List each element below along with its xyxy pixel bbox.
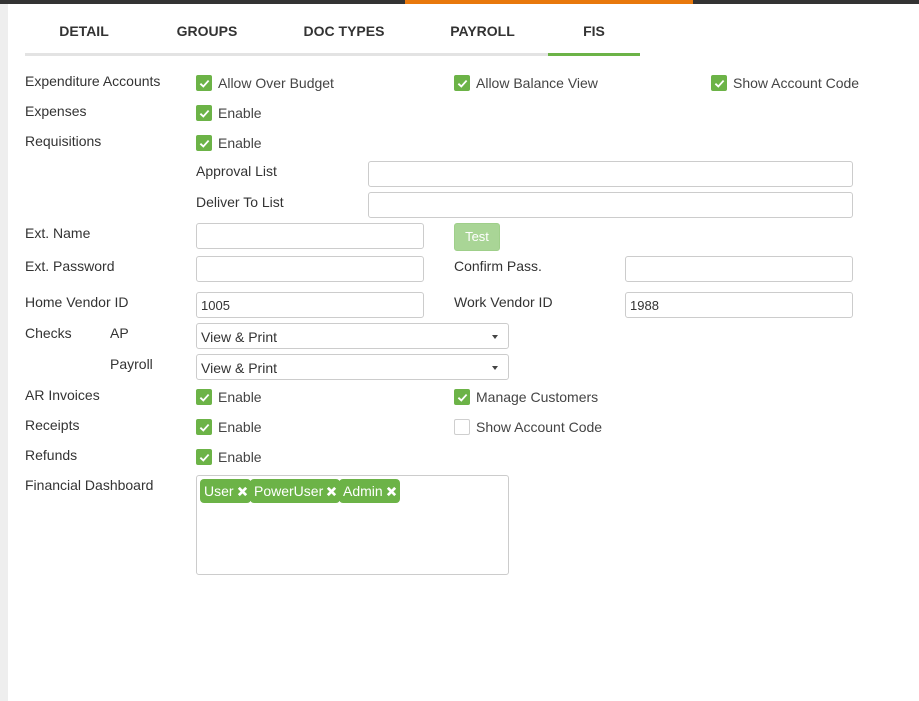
checks-label: Checks [25, 325, 72, 341]
ar-invoices-enable-checkbox[interactable]: Enable [196, 388, 262, 406]
manage-customers-label: Manage Customers [476, 389, 599, 405]
deliver-to-list-input[interactable] [368, 192, 853, 218]
ar-invoices-enable-label: Enable [218, 389, 262, 405]
tag-poweruser-label: PowerUser [254, 483, 324, 499]
checkbox-checked-icon [454, 389, 470, 405]
remove-icon[interactable] [386, 486, 397, 497]
receipts-label: Receipts [25, 417, 80, 433]
expenditure-accounts-label: Expenditure Accounts [25, 73, 161, 89]
allow-balance-view-label: Allow Balance View [476, 75, 598, 91]
requisitions-enable-label: Enable [218, 135, 262, 151]
expenses-enable-label: Enable [218, 105, 262, 121]
remove-icon[interactable] [237, 486, 248, 497]
checkbox-checked-icon [196, 419, 212, 435]
refunds-label: Refunds [25, 447, 78, 463]
expenses-label: Expenses [25, 103, 87, 119]
tab-fis[interactable]: FIS [548, 4, 640, 56]
allow-balance-view-checkbox[interactable]: Allow Balance View [454, 74, 598, 92]
tab-detail[interactable]: DETAIL [25, 4, 143, 56]
deliver-to-list-label: Deliver To List [196, 194, 284, 210]
receipts-show-account-code-checkbox[interactable]: Show Account Code [454, 418, 602, 436]
expenses-enable-checkbox[interactable]: Enable [196, 104, 262, 122]
left-rail [0, 4, 8, 701]
ext-password-label: Ext. Password [25, 258, 115, 274]
requisitions-enable-checkbox[interactable]: Enable [196, 134, 262, 152]
financial-dashboard-tag-input[interactable]: User PowerUser Admin [196, 475, 509, 575]
expenditure-show-account-code-label: Show Account Code [733, 75, 860, 91]
checkbox-checked-icon [454, 75, 470, 91]
caret-down-icon [492, 366, 498, 370]
tab-bar: DETAIL GROUPS DOC TYPES PAYROLL FIS [25, 4, 640, 56]
confirm-pass-input[interactable] [625, 256, 853, 282]
checks-payroll-label: Payroll [110, 356, 153, 372]
home-vendor-id-input[interactable]: 1005 [196, 292, 424, 318]
ar-invoices-label: AR Invoices [25, 387, 100, 403]
expenditure-show-account-code-checkbox[interactable]: Show Account Code [711, 74, 859, 92]
caret-down-icon [492, 335, 498, 339]
tag-user: User [200, 479, 251, 503]
checks-ap-select[interactable]: View & Print [196, 323, 509, 349]
checks-ap-value: View & Print [201, 329, 277, 345]
checkbox-checked-icon [196, 105, 212, 121]
tag-admin: Admin [339, 479, 400, 503]
checkbox-checked-icon [196, 389, 212, 405]
manage-customers-checkbox[interactable]: Manage Customers [454, 388, 598, 406]
confirm-pass-label: Confirm Pass. [454, 258, 542, 274]
checks-payroll-value: View & Print [201, 360, 277, 376]
checkbox-checked-icon [196, 135, 212, 151]
test-button[interactable]: Test [454, 223, 500, 251]
requisitions-label: Requisitions [25, 133, 102, 149]
receipts-show-account-code-label: Show Account Code [476, 419, 603, 435]
checks-payroll-select[interactable]: View & Print [196, 354, 509, 380]
checkbox-unchecked-icon [454, 419, 470, 435]
tab-payroll[interactable]: PAYROLL [417, 4, 548, 56]
ext-name-label: Ext. Name [25, 225, 91, 241]
refunds-enable-checkbox[interactable]: Enable [196, 448, 262, 466]
tag-admin-label: Admin [343, 483, 383, 499]
allow-over-budget-checkbox[interactable]: Allow Over Budget [196, 74, 334, 92]
tag-user-label: User [204, 483, 234, 499]
checkbox-checked-icon [711, 75, 727, 91]
approval-list-label: Approval List [196, 163, 277, 179]
checks-ap-label: AP [110, 325, 129, 341]
tag-poweruser: PowerUser [250, 479, 341, 503]
tab-doc-types[interactable]: DOC TYPES [271, 4, 417, 56]
approval-list-input[interactable] [368, 161, 853, 187]
receipts-enable-checkbox[interactable]: Enable [196, 418, 262, 436]
remove-icon[interactable] [326, 486, 337, 497]
allow-over-budget-label: Allow Over Budget [218, 75, 334, 91]
receipts-enable-label: Enable [218, 419, 262, 435]
tab-groups[interactable]: GROUPS [143, 4, 271, 56]
checkbox-checked-icon [196, 449, 212, 465]
ext-name-input[interactable] [196, 223, 424, 249]
checkbox-checked-icon [196, 75, 212, 91]
financial-dashboard-label: Financial Dashboard [25, 477, 154, 493]
work-vendor-id-label: Work Vendor ID [454, 294, 553, 310]
refunds-enable-label: Enable [218, 449, 262, 465]
home-vendor-id-label: Home Vendor ID [25, 294, 129, 310]
work-vendor-id-input[interactable]: 1988 [625, 292, 853, 318]
ext-password-input[interactable] [196, 256, 424, 282]
